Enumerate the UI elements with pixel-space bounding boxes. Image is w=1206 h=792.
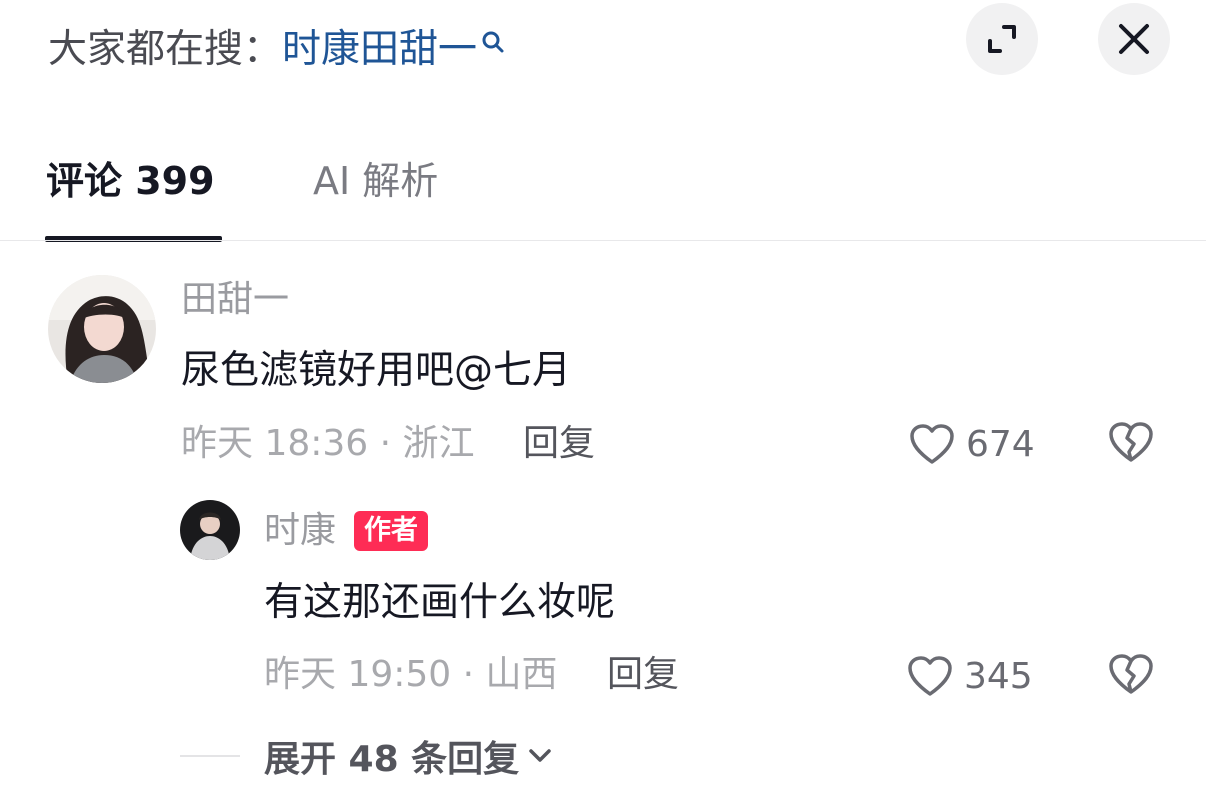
tab-comments[interactable]: 评论 399 (46, 156, 215, 206)
expand-button[interactable] (966, 3, 1038, 75)
heart-icon (910, 424, 954, 464)
dislike-heart-icon (1109, 422, 1153, 462)
reply-time-location: 昨天 19:50 · 山西 (264, 654, 558, 695)
heart-icon (908, 656, 952, 696)
avatar[interactable] (48, 275, 156, 383)
author-badge: 作者 (354, 511, 428, 551)
search-icon (482, 31, 504, 53)
expand-divider-line (180, 755, 240, 757)
close-icon (1119, 24, 1149, 54)
reply-button[interactable]: 回复 (523, 420, 595, 468)
search-prefix: 大家都在搜： (48, 27, 283, 72)
reply-text: 有这那还画什么妆呢 (264, 580, 616, 625)
expand-replies-label: 展开 48 条回复 (264, 739, 520, 780)
like-count: 674 (966, 423, 1035, 465)
active-tab-indicator (45, 236, 222, 242)
reply-like-count: 345 (964, 655, 1033, 697)
reply-username[interactable]: 时康 (264, 508, 336, 554)
expand-icon (988, 25, 1016, 53)
search-query-link[interactable]: 时康田甜一 (282, 22, 477, 78)
reply-dislike-button[interactable] (1107, 652, 1155, 700)
reply-like-button[interactable]: 345 (906, 650, 1033, 702)
like-button[interactable]: 674 (908, 418, 1035, 470)
comment-time-location: 昨天 18:36 · 浙江 (181, 423, 475, 464)
expand-replies-button[interactable]: 展开 48 条回复 (264, 730, 555, 782)
dislike-button[interactable] (1107, 420, 1155, 468)
dislike-heart-icon (1109, 654, 1153, 694)
reply-reply-button[interactable]: 回复 (607, 651, 679, 699)
avatar-image (48, 275, 156, 383)
chevron-down-icon (529, 749, 551, 762)
reply-avatar-image (180, 500, 240, 560)
comment-text: 尿色滤镜好用吧@七月 (181, 348, 572, 393)
reply-avatar[interactable] (180, 500, 240, 560)
tab-divider (0, 240, 1206, 241)
close-button[interactable] (1098, 3, 1170, 75)
tab-ai-analysis[interactable]: AI 解析 (313, 156, 438, 206)
comment-username[interactable]: 田甜一 (181, 277, 289, 323)
search-suggestion[interactable]: 大家都在搜： 时康田甜一 (48, 22, 505, 78)
